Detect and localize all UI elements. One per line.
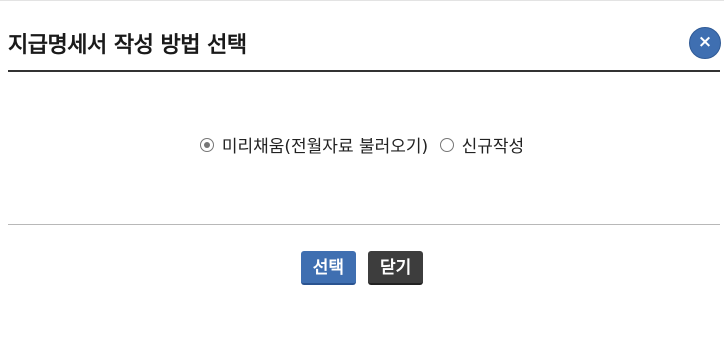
close-button[interactable]: 닫기	[368, 251, 424, 285]
new-radio[interactable]	[439, 137, 454, 152]
option-prefill[interactable]: 미리채움(전월자료 불러오기)	[199, 132, 429, 157]
dialog-title: 지급명세서 작성 방법 선택	[8, 33, 247, 58]
divider	[8, 224, 720, 225]
method-select-dialog: 지급명세서 작성 방법 선택 × 미리채움(전월자료 불러오기) 신규작성 선택…	[0, 0, 724, 351]
new-label: 신규작성	[461, 137, 525, 157]
prefill-label: 미리채움(전월자료 불러오기)	[221, 137, 429, 157]
dialog-actions: 선택 닫기	[0, 251, 724, 285]
option-new[interactable]: 신규작성	[439, 132, 525, 157]
dialog-header: 지급명세서 작성 방법 선택 ×	[8, 1, 721, 72]
prefill-radio[interactable]	[199, 137, 214, 152]
method-options: 미리채움(전월자료 불러오기) 신규작성	[0, 132, 724, 157]
close-icon[interactable]: ×	[689, 27, 721, 59]
select-button[interactable]: 선택	[300, 251, 356, 285]
